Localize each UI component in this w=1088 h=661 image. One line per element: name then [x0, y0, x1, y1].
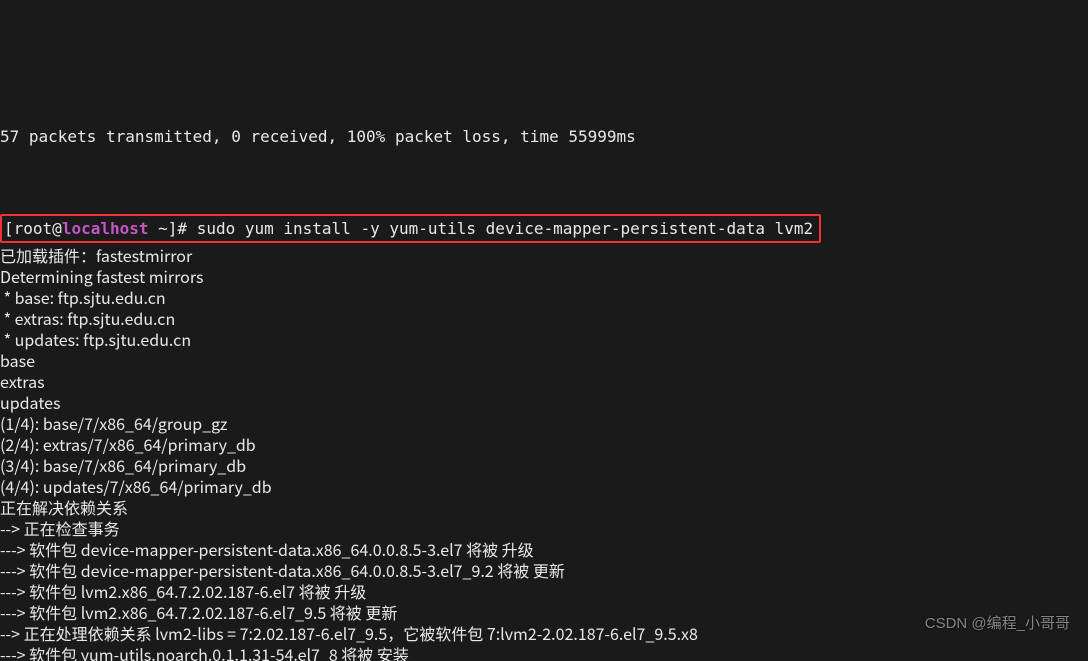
- output-line: (2/4): extras/7/x86_64/primary_db: [0, 434, 1088, 455]
- highlighted-command: [root@localhost ~]# sudo yum install -y …: [0, 214, 821, 243]
- output-line: ---> 软件包 yum-utils.noarch.0.1.1.31-54.el…: [0, 644, 1088, 661]
- output-line: base: [0, 350, 1088, 371]
- csdn-watermark: CSDN @编程_小哥哥: [925, 613, 1070, 634]
- output-line: 已加载插件：fastestmirror: [0, 245, 1088, 266]
- output-line: (4/4): updates/7/x86_64/primary_db: [0, 476, 1088, 497]
- output-line: (1/4): base/7/x86_64/group_gz: [0, 413, 1088, 434]
- ping-summary: 57 packets transmitted, 0 received, 100%…: [0, 126, 1088, 147]
- prompt-suffix: ~]#: [149, 219, 197, 238]
- output-line: * updates: ftp.sjtu.edu.cn: [0, 329, 1088, 350]
- prompt-host: localhost: [62, 219, 149, 238]
- output-line: --> 正在检查事务: [0, 518, 1088, 539]
- output-line: * extras: ftp.sjtu.edu.cn: [0, 308, 1088, 329]
- prompt-bracket: [: [4, 219, 14, 238]
- output-lines: 已加载插件：fastestmirrorDetermining fastest m…: [0, 245, 1088, 661]
- output-line: * base: ftp.sjtu.edu.cn: [0, 287, 1088, 308]
- output-line: updates: [0, 392, 1088, 413]
- output-line: (3/4): base/7/x86_64/primary_db: [0, 455, 1088, 476]
- command-text: sudo yum install -y yum-utils device-map…: [197, 219, 814, 238]
- prompt-at: @: [52, 219, 62, 238]
- output-line: ---> 软件包 device-mapper-persistent-data.x…: [0, 560, 1088, 581]
- output-line: ---> 软件包 lvm2.x86_64.7.2.02.187-6.el7 将被…: [0, 581, 1088, 602]
- output-line: Determining fastest mirrors: [0, 266, 1088, 287]
- terminal-output[interactable]: 57 packets transmitted, 0 received, 100%…: [0, 105, 1088, 661]
- prompt-user: root: [14, 219, 53, 238]
- output-line: extras: [0, 371, 1088, 392]
- output-line: 正在解决依赖关系: [0, 497, 1088, 518]
- output-line: ---> 软件包 device-mapper-persistent-data.x…: [0, 539, 1088, 560]
